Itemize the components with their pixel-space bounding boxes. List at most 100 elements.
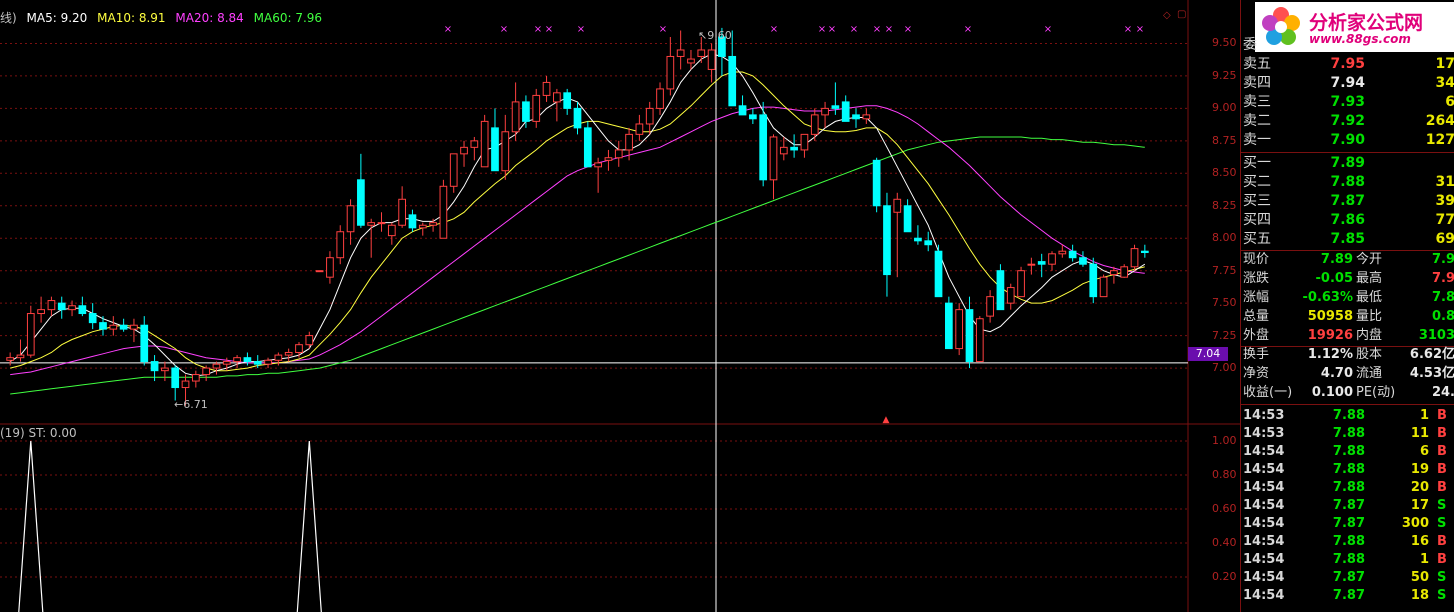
tick-side: B [1437,426,1447,441]
candle-body [563,92,572,109]
candle-body [109,324,118,330]
candle-body [821,107,829,116]
candle-body [872,159,881,207]
candle-body [346,205,355,233]
bid-volume: 69 [1435,231,1454,247]
candle-body [150,361,159,372]
kline-chart-area[interactable]: × × × × × × × × × × × × × × × × × ▲ 线) MA5: 9.20 MA10: 8.… [0,0,1240,612]
indicator-tick-label: 0.40 [1212,536,1237,549]
stat-row: 收益(一) 0.100 PE(动) 24. [1243,384,1454,402]
candle-body [542,81,551,96]
bid-row: 买四 7.86 77 [1243,211,1454,230]
ask-volume: 6 [1445,94,1454,110]
candle-body [212,363,221,369]
candle-body [749,114,757,120]
bid-price: 7.88 [1330,174,1365,190]
candle-body [604,157,613,161]
candle-body [1089,263,1098,298]
stat-value: 7.89 [1320,252,1353,267]
candle-body [233,357,241,363]
candle-body [1048,253,1056,265]
candle-body [800,133,809,151]
tick-price: 7.88 [1332,552,1365,567]
ma20-line [10,105,1145,376]
bid-label: 买二 [1243,174,1271,190]
tick-volume: 16 [1410,534,1429,549]
indicator-tick-label: 0.60 [1212,502,1237,515]
candle-body [645,107,654,125]
tick-price: 7.88 [1332,444,1365,459]
tick-time: 14:54 [1243,498,1285,513]
stat-value: 4.53亿 [1409,366,1454,381]
candle-body [274,354,283,361]
candle-body [119,324,128,330]
tick-time: 14:53 [1243,426,1285,441]
candle-body [171,367,180,389]
ask-row: 卖一 7.90 127 [1243,131,1454,150]
stat-label: 净资 [1243,366,1270,381]
tick-row: 14:54 7.88 20 B [1243,479,1454,497]
tick-time: 14:54 [1243,534,1285,549]
bid-label: 买一 [1243,155,1271,171]
tick-side: B [1437,462,1447,477]
bid-label: 买四 [1243,212,1271,228]
tick-price: 7.87 [1332,516,1365,531]
stat-value: 3103 [1418,328,1454,343]
candle-body [398,198,406,226]
legend-prefix: 线) [0,11,17,25]
stat-label: 总量 [1243,309,1270,324]
stat-label: 内盘 [1356,328,1383,343]
indicator-tick-label: 0.80 [1212,468,1237,481]
bid-price: 7.87 [1330,193,1365,209]
candle-body [429,222,437,226]
candle-body [68,305,76,311]
tick-volume: 20 [1410,480,1429,495]
kline-chart[interactable]: × × × × × × × × × × × × × × × × ×▲ [0,0,1240,612]
stat-value: 7.9 [1431,271,1454,286]
candle-body [676,49,685,57]
candle-body [1079,257,1087,265]
stat-label: 量比 [1356,309,1383,324]
candle-body [57,302,66,311]
candle-body [903,205,912,233]
price-tick-label: 8.75 [1212,133,1237,147]
stat-value: 7.8 [1431,290,1454,305]
logo-title: 分析家公式网 [1309,12,1424,34]
ask-row: 卖三 7.93 6 [1243,93,1454,112]
ask-volume: 264 [1425,113,1454,129]
tick-row: 14:54 7.88 19 B [1243,461,1454,479]
candle-body [418,224,427,229]
stat-label: 外盘 [1243,328,1270,343]
tick-side: S [1437,570,1447,585]
candle-body [222,361,231,365]
restore-icon[interactable]: ◇ [1163,10,1171,21]
price-tick-label: 8.25 [1212,198,1237,212]
tick-volume: 1 [1419,552,1429,567]
stat-label: 流通 [1356,366,1383,381]
candle-body [37,309,45,315]
candle-body [583,127,592,168]
candle-body [769,136,778,181]
candle-body [501,131,510,172]
candle-body [439,185,448,239]
legend-ma5: MA5: 9.20 [26,11,88,25]
tick-price: 7.87 [1332,570,1365,585]
candle-body [78,305,87,315]
tick-side: B [1437,480,1447,495]
tick-side: B [1437,444,1447,459]
signal-marker: × [545,24,553,35]
tick-price: 7.88 [1332,534,1365,549]
signal-marker: × [818,24,826,35]
signal-marker: × [873,24,881,35]
candle-body [779,146,788,155]
candle-body [924,240,933,246]
tick-time: 14:53 [1243,408,1285,423]
candle-body [738,105,747,116]
tick-side: B [1437,552,1447,567]
maximize-icon[interactable]: ▢ [1177,9,1186,20]
candle-body [532,94,541,122]
stat-value: 1.12% [1307,347,1353,362]
signal-marker: × [850,24,858,35]
stat-value: -0.05 [1315,271,1353,286]
candle-body [1110,270,1118,276]
